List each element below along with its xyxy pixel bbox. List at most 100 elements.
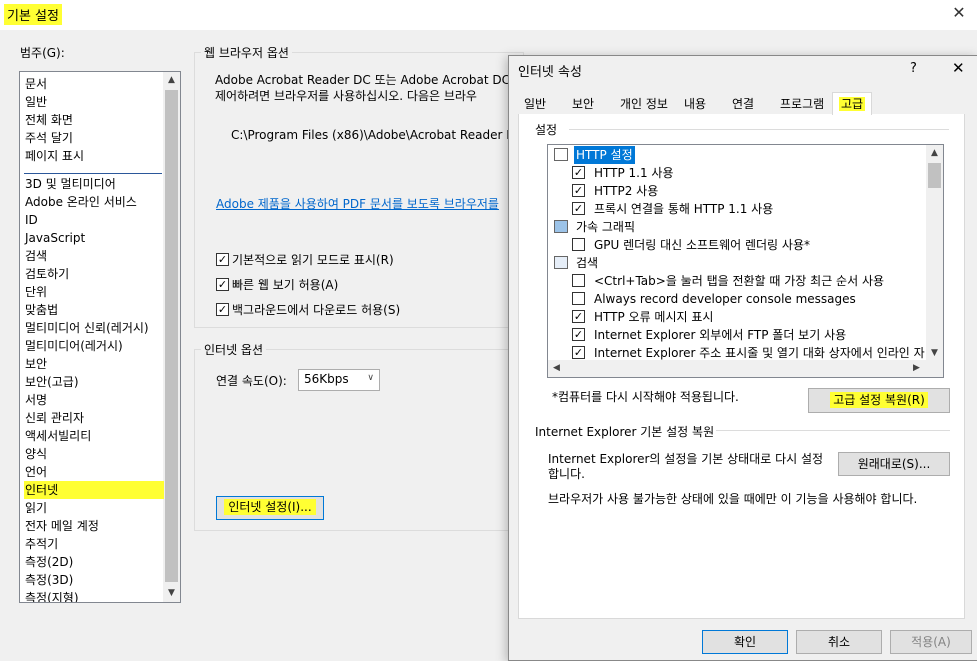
category-item[interactable]: 전체 화면 xyxy=(24,111,164,129)
tab-advanced-label: 고급 xyxy=(839,97,866,111)
reset-section-divider xyxy=(716,430,950,431)
tree-row-label: HTTP 1.1 사용 xyxy=(594,166,674,180)
category-item[interactable]: 일반 xyxy=(24,93,164,111)
category-item[interactable]: JavaScript xyxy=(24,229,164,247)
advanced-settings-tree[interactable]: ▲ ▼ ◀ ▶ HTTP 설정 ✓ HTTP 1.1 사용 ✓ HTTP2 사용 ✓ 프록시… xyxy=(547,144,944,378)
option-checkbox[interactable]: ✓ xyxy=(572,328,585,341)
option-checkbox[interactable]: ✓ xyxy=(572,346,585,359)
fast-web-view-label: 빠른 웹 보기 허용(A) xyxy=(232,278,339,292)
option-checkbox[interactable] xyxy=(572,238,585,251)
category-item[interactable]: 3D 및 멀티미디어 xyxy=(24,175,164,193)
settings-label: 설정 xyxy=(535,123,558,137)
scroll-up-icon[interactable]: ▲ xyxy=(926,145,943,162)
category-item[interactable]: 검색 xyxy=(24,247,164,265)
help-icon[interactable]: ? xyxy=(910,61,917,76)
category-item[interactable]: 신뢰 관리자 xyxy=(24,409,164,427)
category-item[interactable]: 추적기 xyxy=(24,535,164,553)
restore-advanced-label: 고급 설정 복원(R) xyxy=(830,392,928,408)
option-checkbox[interactable]: ✓ xyxy=(572,184,585,197)
reset-button[interactable]: 원래대로(S)... xyxy=(838,452,950,476)
category-item[interactable]: 측정(2D) xyxy=(24,553,164,571)
scroll-left-icon[interactable]: ◀ xyxy=(548,360,565,377)
category-item[interactable]: 멀티미디어 신뢰(레거시) xyxy=(24,319,164,337)
dialog-close-icon[interactable]: ✕ xyxy=(952,59,965,77)
scroll-right-icon[interactable]: ▶ xyxy=(908,360,925,377)
tab-security[interactable]: 보안 xyxy=(569,95,597,115)
browser-path: C:\Program Files (x86)\Adobe\Acrobat Rea… xyxy=(231,128,544,142)
category-item[interactable]: 페이지 표시 xyxy=(24,147,164,165)
category-item[interactable]: 검토하기 xyxy=(24,265,164,283)
categories-scrollbar[interactable]: ▲ ▼ xyxy=(163,72,180,602)
fast-web-view-checkbox[interactable]: ✓ xyxy=(216,278,229,291)
reset-section-title: Internet Explorer 기본 설정 복원 xyxy=(535,425,715,439)
tree-row-label: HTTP 오류 메시지 표시 xyxy=(594,310,714,324)
category-item[interactable]: 보안(고급) xyxy=(24,373,164,391)
category-item[interactable]: 읽기 xyxy=(24,499,164,517)
categories-separator xyxy=(24,173,162,174)
image-icon xyxy=(554,220,568,233)
browser-settings-link[interactable]: Adobe 제품을 사용하여 PDF 문서를 보도록 브라우저를 xyxy=(216,195,499,212)
category-item[interactable]: 문서 xyxy=(24,75,164,93)
read-mode-checkbox[interactable]: ✓ xyxy=(216,253,229,266)
category-item[interactable]: Adobe 온라인 서비스 xyxy=(24,193,164,211)
connection-speed-select[interactable]: 56Kbps ∨ xyxy=(298,369,380,391)
category-item[interactable]: 단위 xyxy=(24,283,164,301)
category-item[interactable]: 액세서빌리티 xyxy=(24,427,164,445)
tree-row-label: Always record developer console messages xyxy=(594,292,856,306)
apply-button[interactable]: 적용(A) xyxy=(890,630,972,654)
search-page-icon xyxy=(554,256,568,269)
tree-hscrollbar[interactable]: ◀ ▶ xyxy=(548,360,943,377)
option-checkbox[interactable]: ✓ xyxy=(572,310,585,323)
option-checkbox[interactable]: ✓ xyxy=(572,202,585,215)
tree-row-label: Internet Explorer 외부에서 FTP 폴더 보기 사용 xyxy=(594,328,847,342)
ok-button[interactable]: 확인 xyxy=(702,630,788,654)
cancel-button[interactable]: 취소 xyxy=(796,630,882,654)
category-item[interactable]: 측정(지형) xyxy=(24,589,164,602)
reset-description-2: 합니다. xyxy=(548,467,585,481)
option-checkbox[interactable]: ✓ xyxy=(572,166,585,179)
connection-speed-label: 연결 속도(O): xyxy=(216,374,287,388)
settings-divider xyxy=(569,129,949,130)
tree-row-label: 검색 xyxy=(576,256,599,270)
tab-advanced[interactable]: 고급 xyxy=(832,92,873,115)
category-item[interactable]: 보안 xyxy=(24,355,164,373)
tree-vscrollbar[interactable]: ▲ ▼ xyxy=(926,145,943,362)
option-checkbox[interactable] xyxy=(572,292,585,305)
internet-settings-button[interactable]: 인터넷 설정(I)... xyxy=(216,496,324,520)
tree-row-label: HTTP2 사용 xyxy=(594,184,659,198)
tree-row-label: HTTP 설정 xyxy=(574,146,635,164)
connection-speed-value: 56Kbps xyxy=(304,372,349,386)
window-close-icon[interactable]: ✕ xyxy=(948,3,970,22)
category-item[interactable]: 언어 xyxy=(24,463,164,481)
tab-general[interactable]: 일반 xyxy=(521,95,549,115)
category-item[interactable]: 양식 xyxy=(24,445,164,463)
dialog-title: 인터넷 속성 xyxy=(518,65,582,80)
option-checkbox[interactable] xyxy=(572,274,585,287)
tab-privacy[interactable]: 개인 정보 xyxy=(617,95,671,115)
scroll-thumb[interactable] xyxy=(928,163,941,188)
chevron-down-icon: ∨ xyxy=(367,373,374,383)
tab-programs[interactable]: 프로그램 xyxy=(777,95,827,115)
category-item[interactable]: 맞춤법 xyxy=(24,301,164,319)
tab-content[interactable]: 내용 xyxy=(681,95,709,115)
restart-note: *컴퓨터를 다시 시작해야 적용됩니다. xyxy=(552,390,739,404)
restore-advanced-button[interactable]: 고급 설정 복원(R) xyxy=(808,388,950,413)
tree-row-label: GPU 렌더링 대신 소프트웨어 렌더링 사용* xyxy=(594,238,810,252)
category-item[interactable]: 측정(3D) xyxy=(24,571,164,589)
categories-list[interactable]: ▲ ▼ 문서 일반 전체 화면 주석 달기 페이지 표시 3D 및 멀티미디어 Adobe … xyxy=(19,71,181,603)
tree-row-label: 프록시 연결을 통해 HTTP 1.1 사용 xyxy=(594,202,774,216)
scroll-down-icon[interactable]: ▼ xyxy=(163,585,180,602)
tab-connections[interactable]: 연결 xyxy=(729,95,757,115)
category-item[interactable]: 서명 xyxy=(24,391,164,409)
category-item[interactable]: ID xyxy=(24,211,164,229)
category-item[interactable]: 인터넷 xyxy=(24,481,164,499)
category-item[interactable]: 주석 달기 xyxy=(24,129,164,147)
category-item[interactable]: 멀티미디어(레거시) xyxy=(24,337,164,355)
internet-options-title: 인터넷 옵션 xyxy=(201,341,267,358)
scroll-thumb[interactable] xyxy=(165,90,178,582)
background-download-checkbox[interactable]: ✓ xyxy=(216,303,229,316)
category-item[interactable]: 전자 메일 계정 xyxy=(24,517,164,535)
reset-note: 브라우저가 사용 불가능한 상태에 있을 때에만 이 기능을 사용해야 합니다. xyxy=(548,492,918,506)
internet-settings-label: 인터넷 설정(I)... xyxy=(224,499,316,515)
scroll-up-icon[interactable]: ▲ xyxy=(163,72,180,89)
